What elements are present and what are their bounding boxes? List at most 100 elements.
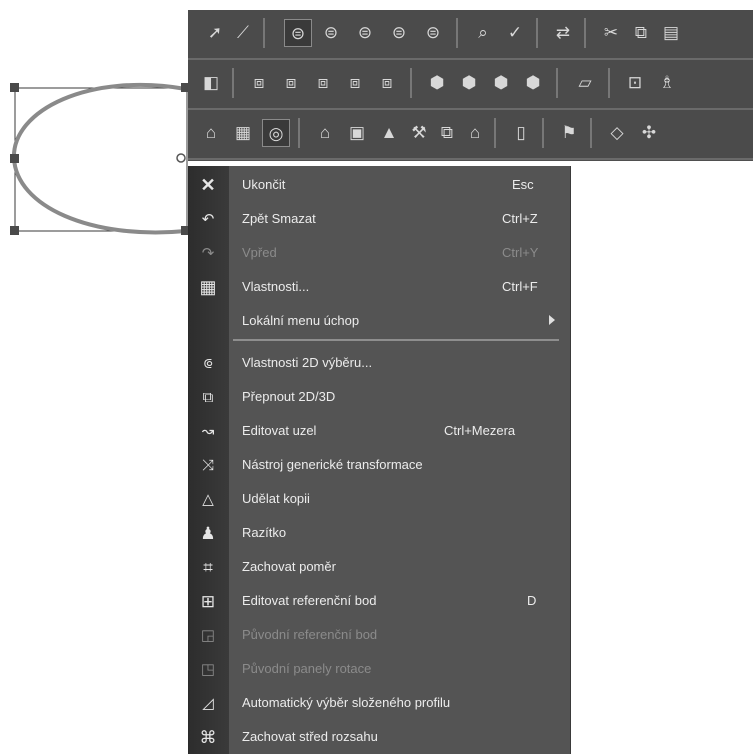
anchor-point[interactable] xyxy=(176,153,186,163)
cube-icon-3[interactable]: ⬢ xyxy=(488,69,514,95)
menu-item-generic-transform-tool[interactable]: ⤨ Nástroj generické transformace xyxy=(189,448,570,482)
menu-item-edit-reference-point[interactable]: ⊞ Editovat referenční bod D xyxy=(189,584,570,618)
view-icon-1[interactable]: ⊜ xyxy=(284,19,312,47)
menu-item-label: Vlastnosti... xyxy=(242,279,310,294)
menu-item-redo[interactable]: ↷ Vpřed Ctrl+Y xyxy=(189,236,570,270)
menu-item-toggle-2d-3d[interactable]: ⧉ Přepnout 2D/3D xyxy=(189,380,570,414)
duplicate-icon[interactable]: ⧉ xyxy=(434,119,460,145)
menu-item-label: Původní panely rotace xyxy=(242,661,372,676)
menu-item-exit[interactable]: ✕ Ukončit Esc xyxy=(189,168,570,202)
keep-extent-center-icon: ⌘ xyxy=(199,727,217,747)
paste-icon[interactable]: ▤ xyxy=(658,19,684,45)
frame-icon[interactable]: ▣ xyxy=(344,119,370,145)
toolbar-separator xyxy=(298,118,300,148)
original-reference-point-icon: ◲ xyxy=(200,626,216,644)
menu-item-label: Přepnout 2D/3D xyxy=(242,389,336,404)
selection-properties-icon: ⟃ xyxy=(203,354,213,372)
render-icon[interactable]: ▯ xyxy=(508,119,534,145)
view-icon-5[interactable]: ⊜ xyxy=(420,19,446,45)
menu-item-keep-ratio[interactable]: ⌗ Zachovat poměr xyxy=(189,550,570,584)
cube-icon-4[interactable]: ⬢ xyxy=(520,69,546,95)
close-icon: ✕ xyxy=(200,175,216,195)
handle-bottom-left[interactable] xyxy=(10,226,19,235)
menu-item-stamp[interactable]: ♟ Razítko xyxy=(189,516,570,550)
flag-icon[interactable]: ⚑ xyxy=(556,119,582,145)
node-tool-icon[interactable]: ⟋ xyxy=(230,19,256,45)
edit-reference-point-icon: ⊞ xyxy=(200,591,216,611)
view-icon-4[interactable]: ⊜ xyxy=(386,19,412,45)
face-icon[interactable]: ◧ xyxy=(198,69,224,95)
menu-item-local-snap-menu[interactable]: Lokální menu úchop xyxy=(189,304,570,338)
auto-profile-select-icon: ◿ xyxy=(202,694,214,712)
zoom-icon[interactable]: ⌕ xyxy=(470,19,496,45)
snap-icon[interactable]: ⊡ xyxy=(622,69,648,95)
box-icon-5[interactable]: ⧈ xyxy=(374,69,400,95)
box-icon-3[interactable]: ⧈ xyxy=(310,69,336,95)
ellipse-shape[interactable] xyxy=(11,82,187,235)
cube-icon-1[interactable]: ⬢ xyxy=(424,69,450,95)
toolbar-separator xyxy=(542,118,544,148)
open-folder-icon[interactable]: ⌂ xyxy=(198,119,224,145)
stamp-icon: ♟ xyxy=(200,523,216,543)
cut-icon[interactable]: ✂ xyxy=(598,19,624,45)
menu-item-keep-extent-center[interactable]: ⌘ Zachovat střed rozsahu xyxy=(189,720,570,754)
folder-icon[interactable]: ⌂ xyxy=(312,119,338,145)
toolbar-separator xyxy=(590,118,592,148)
menu-item-make-copy[interactable]: △ Udělat kopii xyxy=(189,482,570,516)
plane-icon[interactable]: ▱ xyxy=(572,69,598,95)
pick-icon[interactable]: ✓ xyxy=(502,19,528,45)
transform-icon[interactable]: ⇄ xyxy=(550,19,576,45)
menu-item-shortcut: Ctrl+Z xyxy=(502,211,538,226)
shape-icon[interactable]: ◇ xyxy=(604,119,630,145)
light-icon[interactable]: ♗ xyxy=(654,69,680,95)
toolbar-row-1: ➚ ⟋ ⊜ ⊜ ⊜ ⊜ ⊜ ⌕ ✓ ⇄ ✂ ⧉ ▤ xyxy=(188,10,753,60)
cube-icon-2[interactable]: ⬢ xyxy=(456,69,482,95)
box-icon-4[interactable]: ⧈ xyxy=(342,69,368,95)
menu-item-label: Automatický výběr složeného profilu xyxy=(242,695,451,710)
toolbar-separator xyxy=(410,68,412,98)
menu-separator xyxy=(233,339,559,341)
menu-item-edit-node[interactable]: ↝ Editovat uzel Ctrl+Mezera xyxy=(189,414,570,448)
menu-item-shortcut: Esc xyxy=(512,177,534,192)
target-icon[interactable]: ◎ xyxy=(262,119,290,147)
menu-item-label: Vlastnosti 2D výběru... xyxy=(242,355,373,370)
menu-item-label: Původní referenční bod xyxy=(242,627,378,642)
tools-icon[interactable]: ⚒ xyxy=(406,119,432,145)
extra-icon[interactable]: ✣ xyxy=(636,119,662,145)
menu-item-original-rotation-panels[interactable]: ◳ Původní panely rotace xyxy=(189,652,570,686)
toolbar-separator xyxy=(608,68,610,98)
redo-icon: ↷ xyxy=(201,244,215,262)
cone-icon[interactable]: ▲ xyxy=(376,119,402,145)
box-icon-1[interactable]: ⧈ xyxy=(246,69,272,95)
menu-item-label: Ukončit xyxy=(242,177,286,192)
menu-item-label: Editovat uzel xyxy=(242,423,317,438)
box-icon-2[interactable]: ⧈ xyxy=(278,69,304,95)
menu-item-2d-selection-properties[interactable]: ⟃ Vlastnosti 2D výběru... xyxy=(189,346,570,380)
view-icon-3[interactable]: ⊜ xyxy=(352,19,378,45)
original-rotation-panels-icon: ◳ xyxy=(200,660,216,678)
menu-item-shortcut: Ctrl+Mezera xyxy=(444,423,516,438)
handle-top-left[interactable] xyxy=(10,83,19,92)
toolbar-row-2: ◧ ⧈ ⧈ ⧈ ⧈ ⧈ ⬢ ⬢ ⬢ ⬢ ▱ ⊡ ♗ xyxy=(188,60,753,110)
menu-item-label: Zpět Smazat xyxy=(242,211,316,226)
menu-item-label: Lokální menu úchop xyxy=(242,313,360,328)
toolbar-separator xyxy=(556,68,558,98)
copy-icon[interactable]: ⧉ xyxy=(628,19,654,45)
menu-item-auto-compound-profile-select[interactable]: ◿ Automatický výběr složeného profilu xyxy=(189,686,570,720)
menu-item-label: Nástroj generické transformace xyxy=(242,457,423,472)
import-icon[interactable]: ⌂ xyxy=(462,119,488,145)
toolbar-separator xyxy=(263,18,265,48)
menu-item-original-reference-point[interactable]: ◲ Původní referenční bod xyxy=(189,618,570,652)
handle-middle-left[interactable] xyxy=(10,154,19,163)
menu-item-label: Editovat referenční bod xyxy=(242,593,377,608)
menu-item-properties[interactable]: ▦ Vlastnosti... Ctrl+F xyxy=(189,270,570,304)
submenu-arrow-icon xyxy=(549,315,555,325)
view-icon-2[interactable]: ⊜ xyxy=(318,19,344,45)
toolbar-separator xyxy=(232,68,234,98)
pointer-tool-icon[interactable]: ➚ xyxy=(202,19,228,45)
menu-item-shortcut: Ctrl+F xyxy=(502,279,538,294)
grid-icon[interactable]: ▦ xyxy=(230,119,256,145)
menu-item-undo-delete[interactable]: ↶ Zpět Smazat Ctrl+Z xyxy=(189,202,570,236)
toolbar-separator xyxy=(584,18,586,48)
menu-item-label: Vpřed xyxy=(242,245,277,260)
